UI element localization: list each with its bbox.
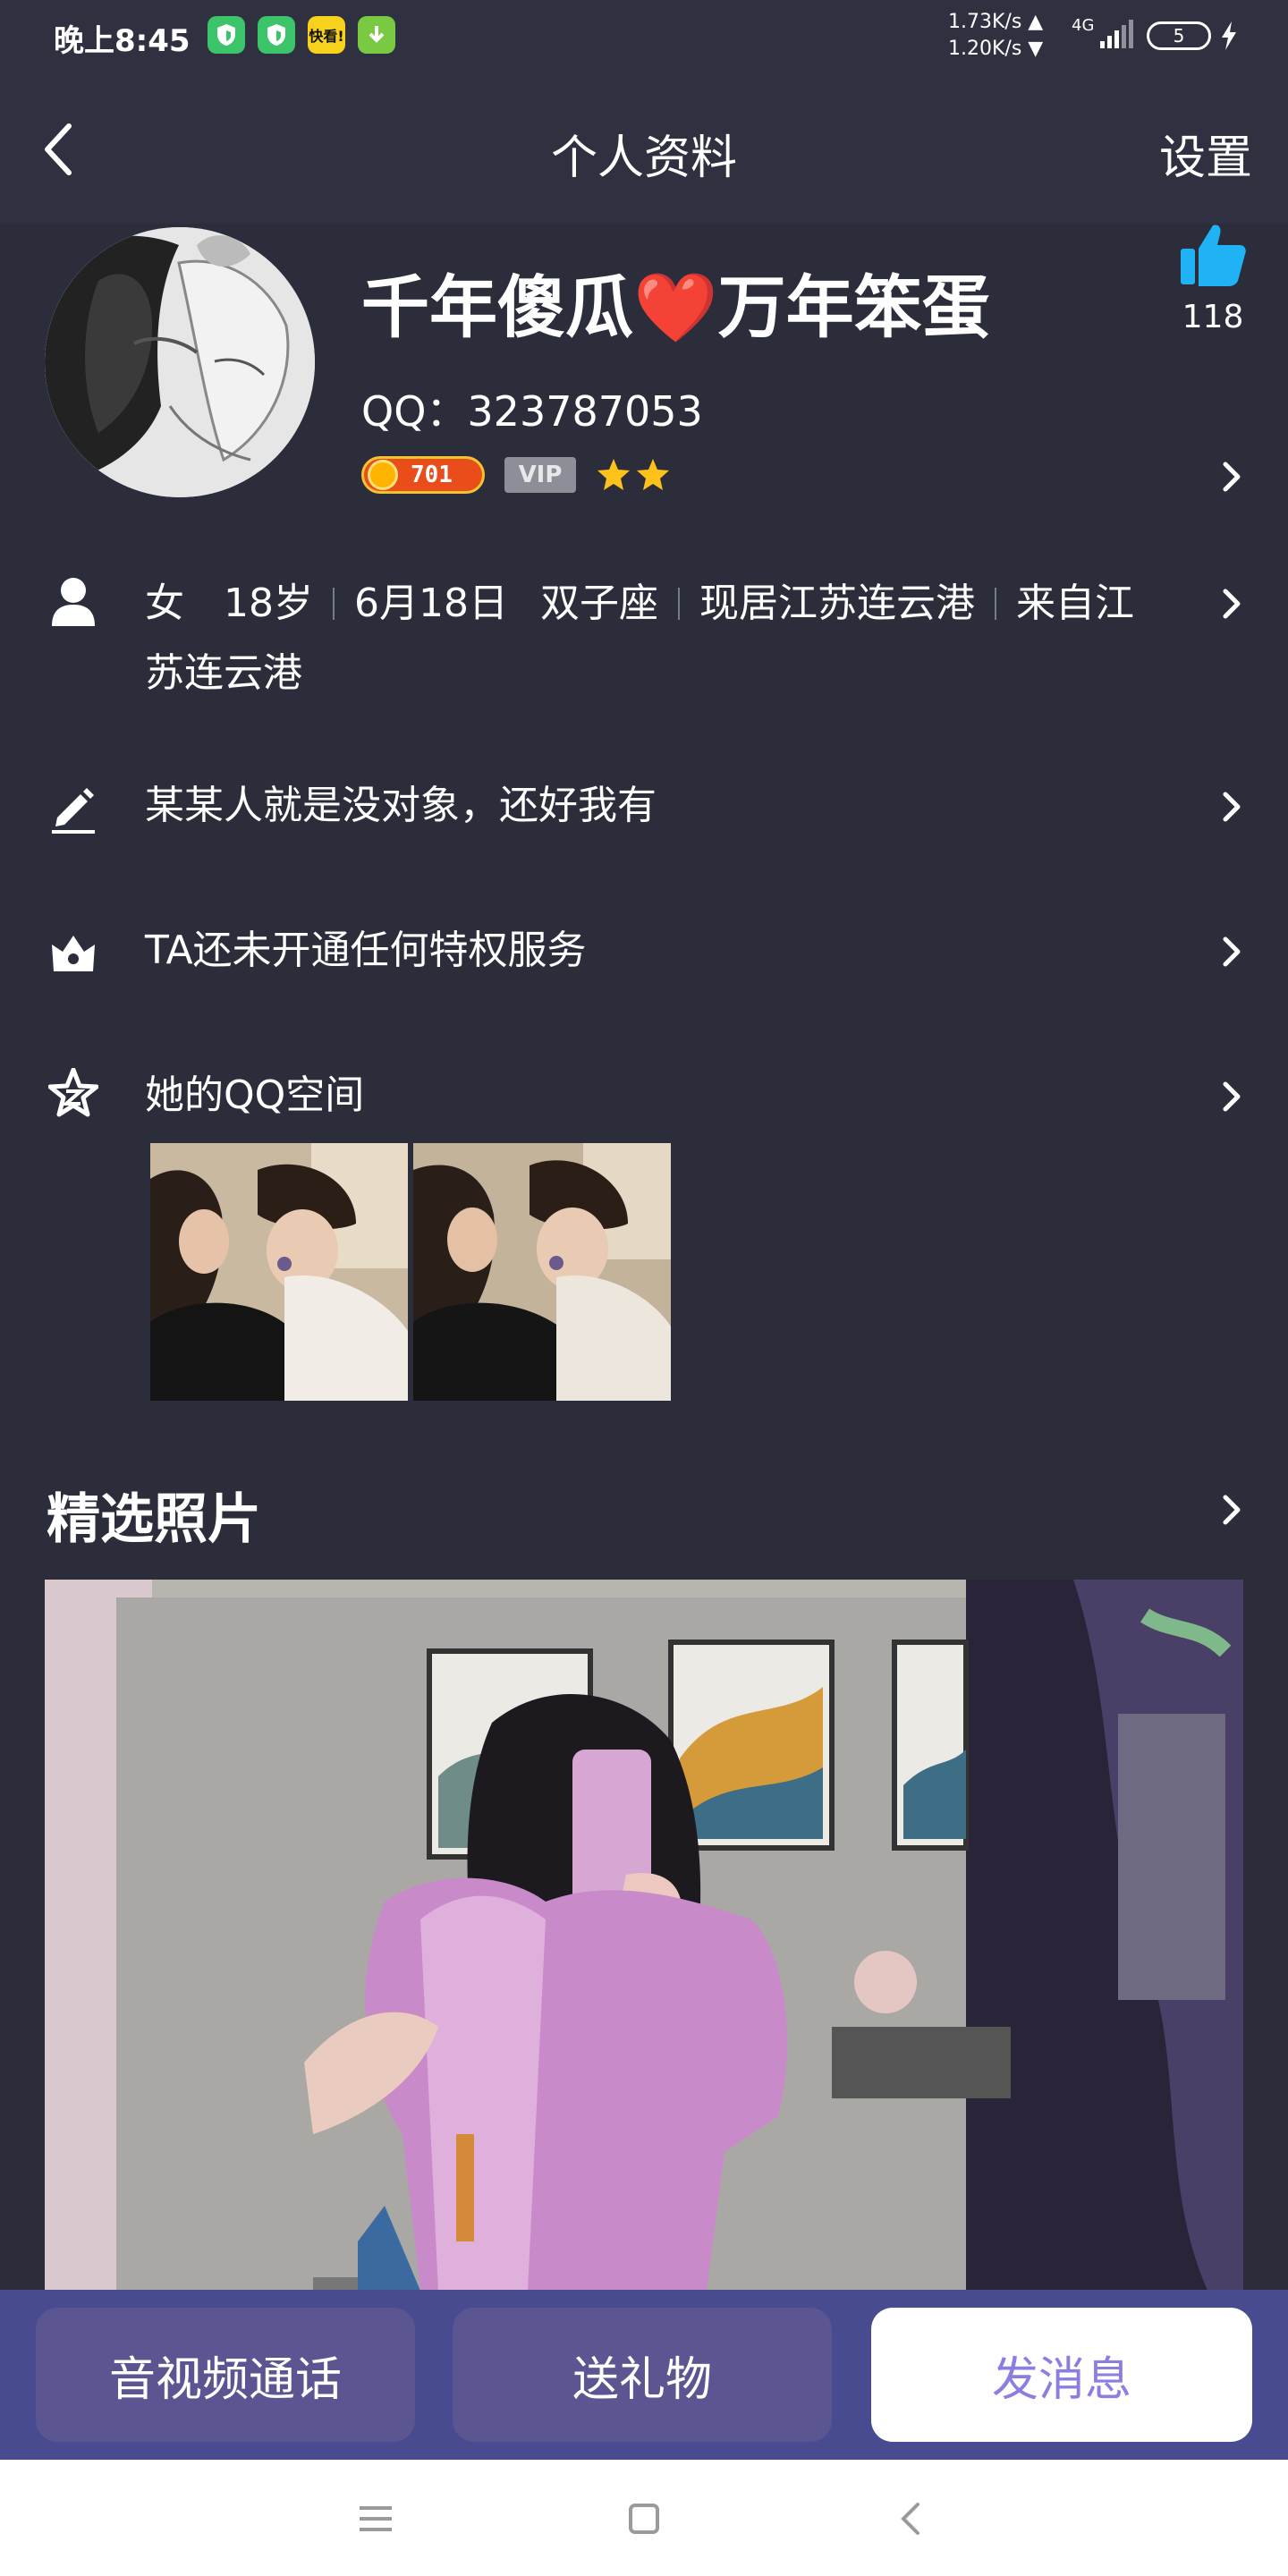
chevron-left-icon (45, 123, 72, 175)
gender: 女 (145, 580, 184, 626)
chevron-right-icon (1223, 1081, 1241, 1112)
thumbs-up-icon[interactable] (1177, 220, 1249, 292)
kuaikan-app-icon: 快看! (308, 16, 345, 54)
qzone-thumbnail[interactable] (413, 1143, 671, 1401)
charging-icon (1222, 21, 1236, 50)
divider (677, 588, 680, 620)
like-count: 118 (1182, 299, 1244, 335)
avatar-image (45, 227, 315, 497)
vip-badge: VIP (504, 457, 576, 493)
coin-icon (368, 460, 398, 490)
divider (333, 588, 335, 620)
chevron-right-icon (1223, 589, 1241, 619)
birthday: 6月18日 (354, 580, 508, 626)
chevron-right-icon[interactable] (1218, 1492, 1245, 1528)
crown-icon (52, 936, 95, 971)
qzone-text: 她的QQ空间 (145, 1072, 365, 1118)
edit-pencil-icon (52, 788, 95, 834)
system-nav-bar (0, 2460, 1288, 2576)
qzone-photo-image (413, 1143, 671, 1401)
level-badge: 701 (361, 456, 485, 494)
menu-icon[interactable] (349, 2492, 402, 2546)
status-app-icons: 快看! (208, 16, 395, 54)
top-nav-bar: 个人资料 设置 (0, 75, 1288, 224)
chevron-right-icon (1223, 792, 1241, 822)
battery-icon: 5 (1147, 21, 1211, 50)
star-rating (596, 457, 671, 493)
signature-text: 某某人就是没对象，还好我有 (145, 783, 657, 828)
settings-button[interactable]: 设置 (1159, 120, 1252, 187)
signal-icon (1100, 20, 1133, 48)
send-gift-button[interactable]: 送礼物 (453, 2308, 832, 2442)
download-app-icon (358, 16, 395, 54)
basic-info-text: 女 18岁 6月18日 双子座 现居江苏连云港 来自江 苏连云港 (145, 569, 1182, 708)
nickname: 千年傻瓜❤️万年笨蛋 (361, 267, 990, 347)
chevron-right-icon (1223, 936, 1241, 967)
video-call-button[interactable]: 音视频通话 (36, 2308, 415, 2442)
hometown-part1: 来自江 (1015, 580, 1134, 626)
star-icon (637, 459, 669, 490)
status-bar: 晚上8:45 快看! 1.73K/s ▲ 1.20K/s ▼ 4G 5 (0, 0, 1288, 75)
network-type: 4G (1072, 16, 1095, 35)
age: 18岁 (224, 580, 313, 626)
person-icon (52, 578, 95, 626)
back-nav-icon[interactable] (886, 2492, 939, 2546)
star-icon (597, 459, 630, 490)
qzone-thumbnail[interactable] (150, 1143, 408, 1401)
bottom-action-bar: 音视频通话 送礼物 发消息 (0, 2290, 1288, 2460)
divider (994, 588, 996, 620)
level-number: 701 (411, 462, 453, 488)
badge-row[interactable]: 701 VIP (361, 456, 671, 494)
zodiac: 双子座 (539, 580, 658, 626)
status-time: 晚上8:45 (54, 23, 191, 59)
shield-app-icon (208, 16, 245, 54)
featured-photos-title: 精选照片 (47, 1488, 261, 1551)
qzone-star-icon (48, 1068, 98, 1117)
privilege-text: TA还未开通任何特权服务 (145, 928, 587, 973)
page-title: 个人资料 (550, 131, 737, 185)
kuaikan-app-label: 快看! (309, 28, 344, 45)
qzone-photo-image (150, 1143, 408, 1401)
network-speed: 1.73K/s ▲ 1.20K/s ▼ (948, 9, 1043, 63)
chevron-right-icon[interactable] (1218, 459, 1245, 495)
featured-photo-image (45, 1580, 1243, 2291)
download-speed: 1.20K/s ▼ (948, 38, 1044, 60)
send-message-button[interactable]: 发消息 (871, 2308, 1252, 2442)
featured-photo[interactable] (45, 1580, 1243, 2291)
avatar[interactable] (45, 227, 315, 497)
profile-page: 晚上8:45 快看! 1.73K/s ▲ 1.20K/s ▼ 4G 5 个人资料… (0, 0, 1288, 2576)
home-icon[interactable] (617, 2492, 671, 2546)
battery-level: 5 (1173, 25, 1185, 47)
hometown-part2: 苏连云港 (145, 650, 302, 696)
shield-app-icon (258, 16, 295, 54)
back-button[interactable] (27, 111, 89, 188)
qq-number: QQ：323787053 (361, 387, 703, 436)
upload-speed: 1.73K/s ▲ (948, 11, 1044, 33)
residence: 现居江苏连云港 (699, 580, 975, 626)
